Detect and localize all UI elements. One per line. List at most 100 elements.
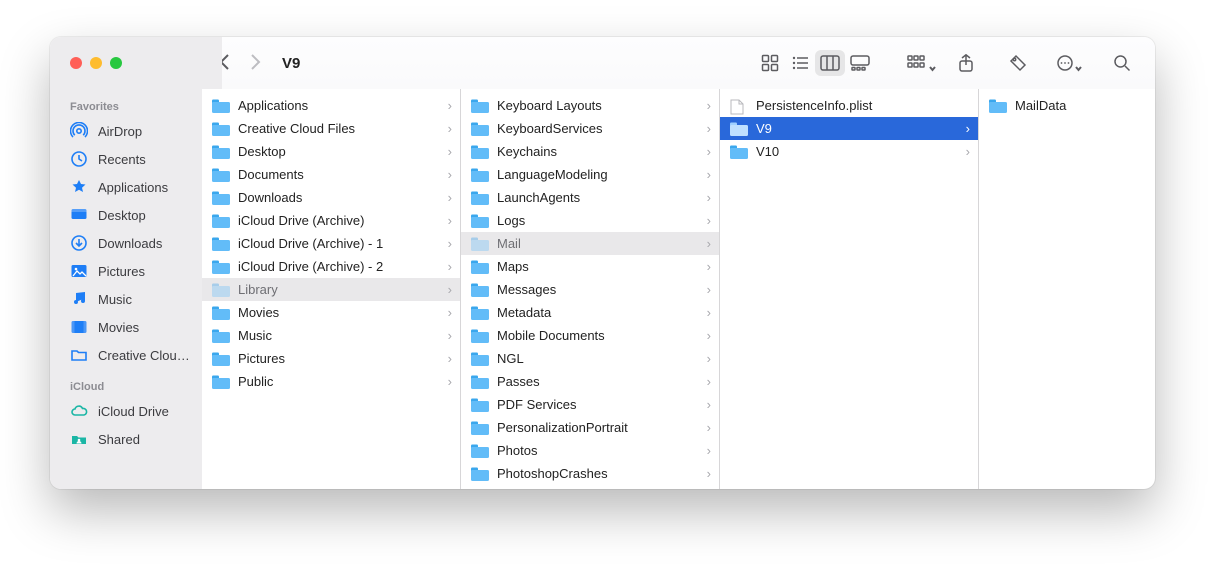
folder-row[interactable]: KeyboardServices› — [461, 117, 719, 140]
search-button[interactable] — [1107, 50, 1137, 76]
folder-row[interactable]: PersonalizationPortrait› — [461, 416, 719, 439]
folder-row[interactable]: V9› — [720, 117, 978, 140]
folder-row[interactable]: iCloud Drive (Archive) - 1› — [202, 232, 460, 255]
folder-row[interactable]: Downloads› — [202, 186, 460, 209]
folder-icon — [471, 260, 489, 274]
chevron-right-icon: › — [707, 190, 711, 205]
item-name: Public — [238, 374, 436, 389]
item-name: Applications — [238, 98, 436, 113]
folder-row[interactable]: Pictures› — [202, 347, 460, 370]
item-name: PhotoshopCrashes — [497, 466, 695, 481]
column-1: Applications›Creative Cloud Files›Deskto… — [202, 89, 461, 489]
folder-icon — [471, 214, 489, 228]
close-button[interactable] — [70, 57, 82, 69]
column-3: PersistenceInfo.plist V9›V10› — [720, 89, 979, 489]
folder-row[interactable]: Keyboard Layouts› — [461, 94, 719, 117]
group-by-button[interactable] — [907, 50, 929, 76]
folder-row[interactable]: Creative Cloud Files› — [202, 117, 460, 140]
chevron-right-icon: › — [707, 282, 711, 297]
music-icon — [70, 290, 88, 308]
folder-icon — [471, 352, 489, 366]
chevron-right-icon: › — [448, 236, 452, 251]
folder-row[interactable]: LaunchAgents› — [461, 186, 719, 209]
folder-icon — [212, 168, 230, 182]
view-columns-button[interactable] — [815, 50, 845, 76]
folder-row[interactable]: Desktop› — [202, 140, 460, 163]
tags-button[interactable] — [1003, 50, 1033, 76]
item-name: Movies — [238, 305, 436, 320]
chevron-right-icon: › — [707, 328, 711, 343]
item-name: Keychains — [497, 144, 695, 159]
chevron-right-icon: › — [707, 213, 711, 228]
sidebar-item-pictures[interactable]: Pictures — [50, 257, 202, 285]
folder-icon — [471, 191, 489, 205]
sidebar-item-label: Desktop — [98, 208, 146, 223]
sidebar-item-movies[interactable]: Movies — [50, 313, 202, 341]
folder-row[interactable]: PhotoshopCrashes› — [461, 462, 719, 485]
chevron-right-icon: › — [448, 305, 452, 320]
item-name: Pictures — [238, 351, 436, 366]
folder-row[interactable]: Library› — [202, 278, 460, 301]
folder-row[interactable]: Mobile Documents› — [461, 324, 719, 347]
chevron-right-icon: › — [707, 167, 711, 182]
item-name: Music — [238, 328, 436, 343]
chevron-right-icon: › — [448, 167, 452, 182]
chevron-right-icon: › — [448, 98, 452, 113]
folder-icon — [471, 444, 489, 458]
folder-row[interactable]: Keychains› — [461, 140, 719, 163]
folder-row[interactable]: Applications › — [202, 94, 460, 117]
sidebar-item-airdrop[interactable]: AirDrop — [50, 117, 202, 145]
folder-row[interactable]: Metadata› — [461, 301, 719, 324]
folder-row[interactable]: Photos› — [461, 439, 719, 462]
sidebar-item-creative-clou-[interactable]: Creative Clou… — [50, 341, 202, 369]
sidebar-item-applications[interactable]: Applications — [50, 173, 202, 201]
item-name: Maps — [497, 259, 695, 274]
folder-icon — [212, 214, 230, 228]
folder-icon — [70, 346, 88, 364]
folder-row[interactable]: Mail› — [461, 232, 719, 255]
folder-row[interactable]: MailData — [979, 94, 1155, 117]
view-icons-button[interactable] — [755, 50, 785, 76]
item-name: Desktop — [238, 144, 436, 159]
folder-icon — [730, 145, 748, 159]
titlebar-sidebar-region — [50, 37, 222, 89]
file-row[interactable]: PersistenceInfo.plist — [720, 94, 978, 117]
folder-row[interactable]: iCloud Drive (Archive) - 2› — [202, 255, 460, 278]
share-button[interactable] — [951, 50, 981, 76]
folder-row[interactable]: Public› — [202, 370, 460, 393]
folder-row[interactable]: Documents › — [202, 163, 460, 186]
folder-row[interactable]: Movies › — [202, 301, 460, 324]
folder-row[interactable]: PDF Services› — [461, 393, 719, 416]
item-name: Messages — [497, 282, 695, 297]
sidebar-item-label: Recents — [98, 152, 146, 167]
sidebar-item-desktop[interactable]: Desktop — [50, 201, 202, 229]
folder-row[interactable]: NGL› — [461, 347, 719, 370]
folder-row[interactable]: V10› — [720, 140, 978, 163]
minimize-button[interactable] — [90, 57, 102, 69]
sidebar-item-label: Music — [98, 292, 132, 307]
item-name: iCloud Drive (Archive) - 2 — [238, 259, 436, 274]
item-name: PersistenceInfo.plist — [756, 98, 970, 113]
folder-row[interactable]: Passes› — [461, 370, 719, 393]
sidebar-item-downloads[interactable]: Downloads — [50, 229, 202, 257]
folder-row[interactable]: Messages › — [461, 278, 719, 301]
folder-icon — [212, 145, 230, 159]
folder-row[interactable]: Maps› — [461, 255, 719, 278]
view-gallery-button[interactable] — [845, 50, 875, 76]
sidebar-item-recents[interactable]: Recents — [50, 145, 202, 173]
sidebar-item-music[interactable]: Music — [50, 285, 202, 313]
zoom-button[interactable] — [110, 57, 122, 69]
forward-button[interactable] — [248, 53, 262, 74]
icloud-icon — [70, 402, 88, 420]
chevron-right-icon: › — [707, 305, 711, 320]
folder-row[interactable]: Music › — [202, 324, 460, 347]
sidebar-item-icloud-drive[interactable]: iCloud Drive — [50, 397, 202, 425]
item-name: Documents — [238, 167, 436, 182]
folder-row[interactable]: Logs› — [461, 209, 719, 232]
chevron-right-icon: › — [448, 328, 452, 343]
folder-row[interactable]: iCloud Drive (Archive)› — [202, 209, 460, 232]
sidebar-item-shared[interactable]: Shared — [50, 425, 202, 453]
folder-row[interactable]: LanguageModeling› — [461, 163, 719, 186]
view-list-button[interactable] — [785, 50, 815, 76]
actions-button[interactable] — [1055, 50, 1075, 76]
